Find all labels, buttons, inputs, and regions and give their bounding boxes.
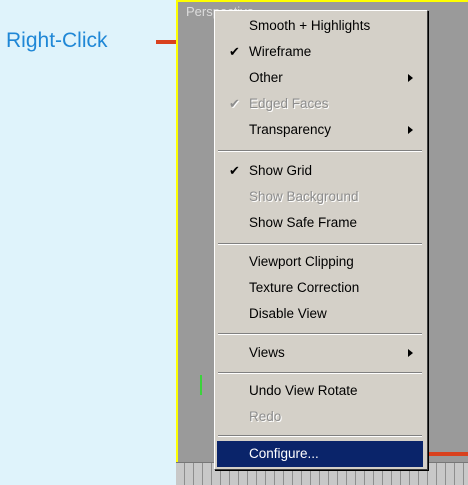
menu-item-edged-faces: ✔ Edged Faces xyxy=(217,91,423,117)
checkmark-icon: ✔ xyxy=(229,96,240,111)
menu-item-views[interactable]: Views xyxy=(217,340,423,366)
menu-item-label: Viewport Clipping xyxy=(249,254,354,269)
right-click-callout-label: Right-Click xyxy=(6,29,108,52)
menu-item-other[interactable]: Other xyxy=(217,65,423,91)
menu-separator xyxy=(218,435,422,437)
menu-item-show-grid[interactable]: ✔ Show Grid xyxy=(217,158,423,184)
configure-callout-line xyxy=(428,452,468,456)
menu-item-label: Smooth + Highlights xyxy=(249,18,371,33)
menu-item-show-safe-frame[interactable]: Show Safe Frame xyxy=(217,210,423,236)
menu-item-label: Disable View xyxy=(249,306,327,321)
submenu-arrow-icon xyxy=(408,349,413,357)
viewport-context-menu: Smooth + Highlights ✔ Wireframe Other ✔ … xyxy=(214,10,428,470)
menu-item-label: Other xyxy=(249,70,283,85)
menu-item-transparency[interactable]: Transparency xyxy=(217,117,423,143)
menu-item-label: Views xyxy=(249,345,285,360)
checkmark-icon: ✔ xyxy=(229,163,240,178)
menu-item-disable-view[interactable]: Disable View xyxy=(217,301,423,327)
menu-item-label: Show Grid xyxy=(249,163,313,178)
submenu-arrow-icon xyxy=(408,126,413,134)
menu-item-redo: Redo xyxy=(217,404,423,430)
menu-item-label: Transparency xyxy=(249,122,332,137)
menu-item-smooth-highlights[interactable]: Smooth + Highlights xyxy=(217,13,423,39)
menu-separator xyxy=(218,333,422,335)
menu-item-undo-view-rotate[interactable]: Undo View Rotate xyxy=(217,378,423,404)
menu-item-configure[interactable]: Configure... xyxy=(217,441,423,467)
menu-item-show-background: Show Background xyxy=(217,184,423,210)
menu-item-label: Edged Faces xyxy=(249,96,329,111)
menu-item-label: Texture Correction xyxy=(249,280,360,295)
menu-item-label: Redo xyxy=(249,409,282,424)
menu-item-label: Show Safe Frame xyxy=(249,215,358,230)
checkmark-icon: ✔ xyxy=(229,44,240,59)
submenu-arrow-icon xyxy=(408,74,413,82)
menu-item-viewport-clipping[interactable]: Viewport Clipping xyxy=(217,249,423,275)
menu-item-label: Configure... xyxy=(249,446,319,461)
menu-item-label: Show Background xyxy=(249,189,359,204)
menu-separator xyxy=(218,150,422,152)
axis-gizmo-icon xyxy=(200,375,202,395)
menu-item-label: Wireframe xyxy=(249,44,312,59)
menu-item-texture-correction[interactable]: Texture Correction xyxy=(217,275,423,301)
menu-separator xyxy=(218,243,422,245)
menu-item-label: Undo View Rotate xyxy=(249,383,358,398)
menu-separator xyxy=(218,372,422,374)
menu-item-wireframe[interactable]: ✔ Wireframe xyxy=(217,39,423,65)
